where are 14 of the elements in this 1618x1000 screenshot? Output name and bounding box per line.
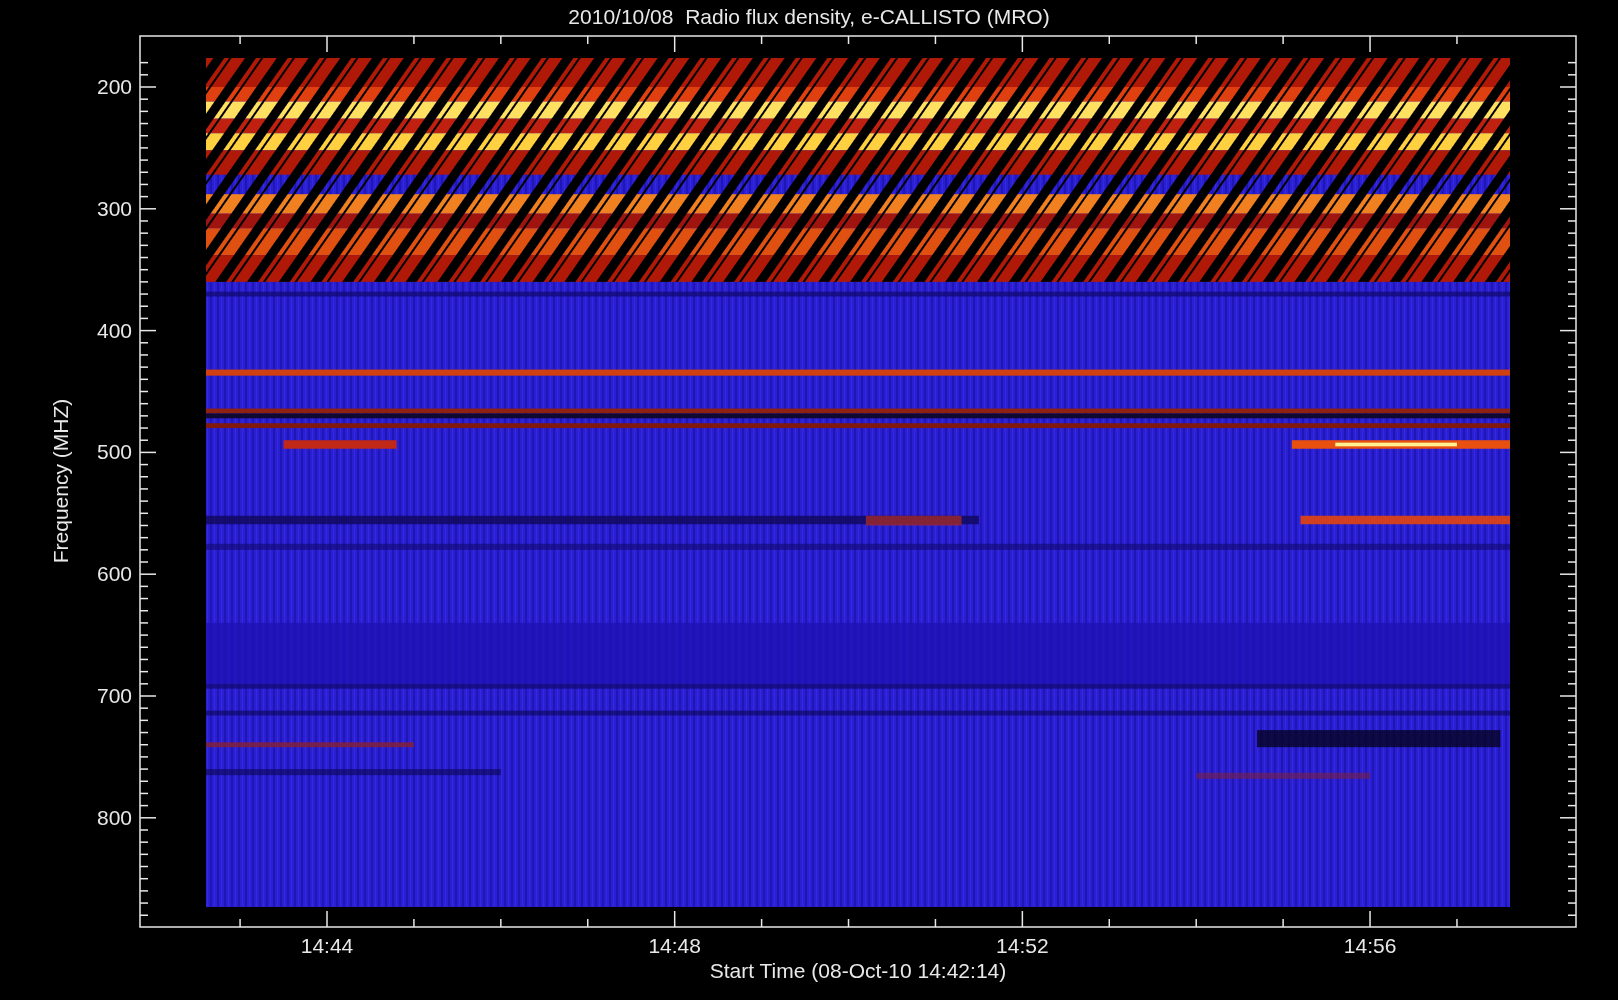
x-tick-label: 14:44 xyxy=(300,934,354,957)
x-tick-label: 14:48 xyxy=(648,934,701,957)
x-tick-label: 14:56 xyxy=(1343,934,1397,957)
x-tick-label: 14:52 xyxy=(996,934,1049,957)
y-tick-label: 600 xyxy=(96,562,132,586)
y-axis-label: Frequency (MHZ) xyxy=(49,398,72,564)
y-tick-label: 200 xyxy=(96,75,132,98)
y-tick-label: 400 xyxy=(96,318,132,342)
y-tick-label: 700 xyxy=(96,684,132,707)
y-tick-label: 500 xyxy=(96,440,132,464)
x-axis-label: Start Time (08-Oct-10 14:42:14) xyxy=(709,959,1007,982)
y-tick-label: 800 xyxy=(96,805,132,829)
y-tick-label: 300 xyxy=(96,196,132,220)
chart-title: 2010/10/08 Radio flux density, e-CALLISTO (MRO) xyxy=(568,5,1050,28)
